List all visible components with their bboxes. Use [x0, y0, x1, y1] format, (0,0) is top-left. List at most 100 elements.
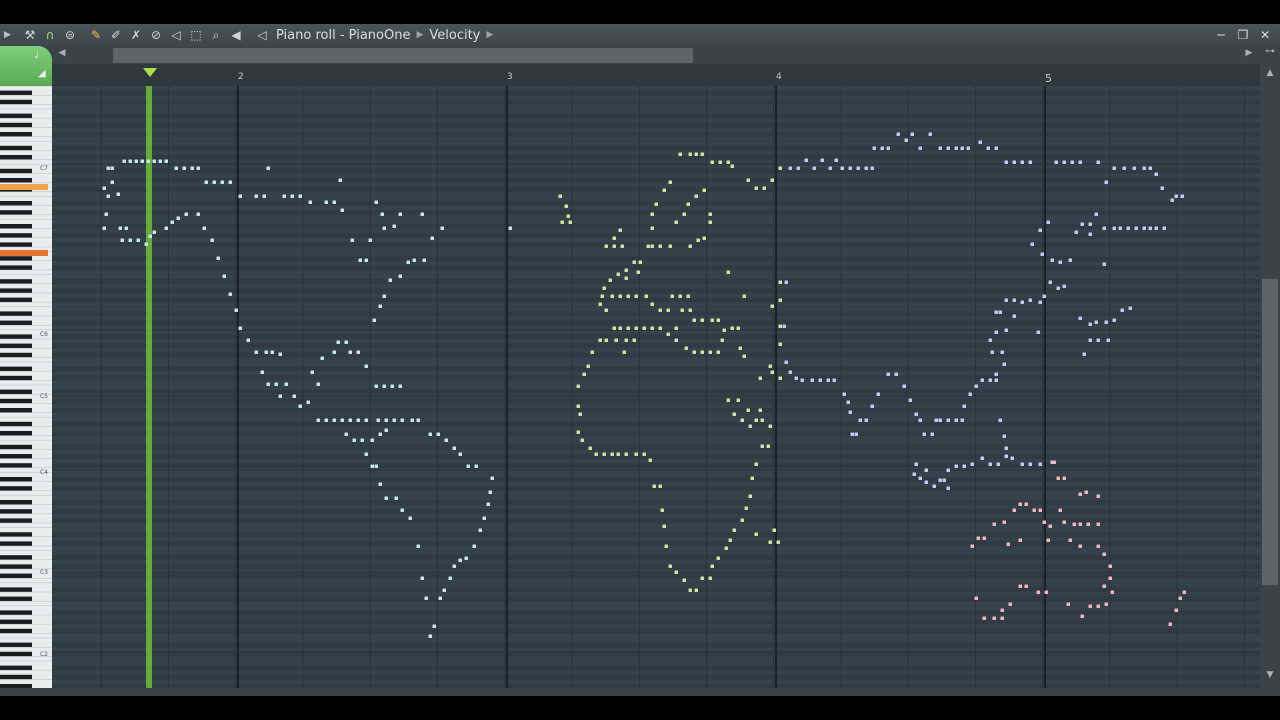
- note[interactable]: [578, 412, 583, 417]
- black-key[interactable]: [0, 279, 32, 284]
- note[interactable]: [612, 326, 617, 331]
- note[interactable]: [1004, 298, 1009, 303]
- note[interactable]: [658, 326, 663, 331]
- note[interactable]: [1086, 522, 1091, 527]
- note[interactable]: [1004, 328, 1009, 333]
- note[interactable]: [1082, 352, 1087, 357]
- menu-icon[interactable]: ⊜: [60, 25, 80, 45]
- note[interactable]: [340, 208, 345, 213]
- note[interactable]: [474, 464, 479, 469]
- scroll-left-icon[interactable]: ◀: [56, 48, 68, 62]
- note[interactable]: [1096, 494, 1101, 499]
- note[interactable]: [1112, 318, 1117, 323]
- note[interactable]: [688, 244, 693, 249]
- note[interactable]: [102, 186, 107, 191]
- note[interactable]: [864, 166, 869, 171]
- scroll-right-icon[interactable]: ▶: [1242, 48, 1256, 62]
- note[interactable]: [746, 178, 751, 183]
- note[interactable]: [1052, 460, 1057, 465]
- note[interactable]: [228, 292, 233, 297]
- note[interactable]: [356, 418, 361, 423]
- note[interactable]: [674, 338, 679, 343]
- note[interactable]: [1038, 300, 1043, 305]
- black-key[interactable]: [0, 541, 32, 546]
- note[interactable]: [398, 274, 403, 279]
- note[interactable]: [1154, 226, 1159, 231]
- note[interactable]: [1132, 166, 1137, 171]
- note[interactable]: [988, 378, 993, 383]
- black-key[interactable]: [0, 398, 32, 404]
- note[interactable]: [726, 160, 731, 165]
- note[interactable]: [598, 338, 603, 343]
- note[interactable]: [650, 326, 655, 331]
- note[interactable]: [378, 482, 383, 487]
- note[interactable]: [424, 596, 429, 601]
- note[interactable]: [870, 404, 875, 409]
- note[interactable]: [1002, 434, 1007, 439]
- note[interactable]: [278, 352, 283, 357]
- note[interactable]: [1128, 306, 1133, 311]
- note[interactable]: [1096, 522, 1101, 527]
- note[interactable]: [324, 200, 329, 205]
- note[interactable]: [124, 226, 129, 231]
- note[interactable]: [700, 576, 705, 581]
- note[interactable]: [1068, 258, 1073, 263]
- black-key[interactable]: [0, 674, 32, 680]
- note[interactable]: [658, 244, 663, 249]
- note[interactable]: [708, 576, 713, 581]
- note[interactable]: [1024, 584, 1029, 589]
- note[interactable]: [994, 310, 999, 315]
- note[interactable]: [1038, 462, 1043, 467]
- note[interactable]: [820, 158, 825, 163]
- note[interactable]: [282, 194, 287, 199]
- note[interactable]: [1044, 590, 1049, 595]
- note[interactable]: [650, 244, 655, 249]
- note[interactable]: [760, 418, 765, 423]
- note[interactable]: [220, 180, 225, 185]
- note[interactable]: [1042, 520, 1047, 525]
- note[interactable]: [490, 476, 495, 481]
- note[interactable]: [914, 462, 919, 467]
- note[interactable]: [1062, 476, 1067, 481]
- note[interactable]: [604, 308, 609, 313]
- horizontal-scroll-thumb[interactable]: [113, 48, 693, 63]
- note[interactable]: [1056, 286, 1061, 291]
- note[interactable]: [1096, 338, 1101, 343]
- note[interactable]: [642, 452, 647, 457]
- note[interactable]: [626, 294, 631, 299]
- note-grid[interactable]: [52, 86, 1260, 688]
- window-title[interactable]: Piano roll - PianoOne: [276, 28, 410, 43]
- note[interactable]: [1072, 522, 1077, 527]
- note[interactable]: [682, 578, 687, 583]
- black-key[interactable]: [0, 596, 32, 602]
- note[interactable]: [1078, 160, 1083, 165]
- note[interactable]: [370, 438, 375, 443]
- note[interactable]: [146, 159, 151, 164]
- note[interactable]: [924, 468, 929, 473]
- note[interactable]: [1142, 226, 1147, 231]
- note[interactable]: [970, 544, 975, 549]
- restore-button[interactable]: ❐: [1234, 28, 1252, 42]
- note[interactable]: [736, 326, 741, 331]
- note[interactable]: [466, 464, 471, 469]
- note[interactable]: [610, 452, 615, 457]
- zoom-handle-icon[interactable]: ⊶: [1262, 46, 1278, 62]
- note[interactable]: [1046, 538, 1051, 543]
- note[interactable]: [428, 634, 433, 639]
- note[interactable]: [742, 294, 747, 299]
- black-key[interactable]: [0, 288, 32, 293]
- note[interactable]: [364, 452, 369, 457]
- note[interactable]: [740, 418, 745, 423]
- note[interactable]: [946, 418, 951, 423]
- note[interactable]: [558, 194, 563, 199]
- note[interactable]: [1000, 350, 1005, 355]
- note[interactable]: [1012, 314, 1017, 319]
- zoom-icon[interactable]: ⌕: [206, 25, 226, 45]
- note[interactable]: [1118, 226, 1123, 231]
- note[interactable]: [942, 478, 947, 483]
- note[interactable]: [616, 452, 621, 457]
- note[interactable]: [1028, 160, 1033, 165]
- black-key[interactable]: [0, 573, 32, 579]
- note[interactable]: [768, 424, 773, 429]
- note[interactable]: [962, 404, 967, 409]
